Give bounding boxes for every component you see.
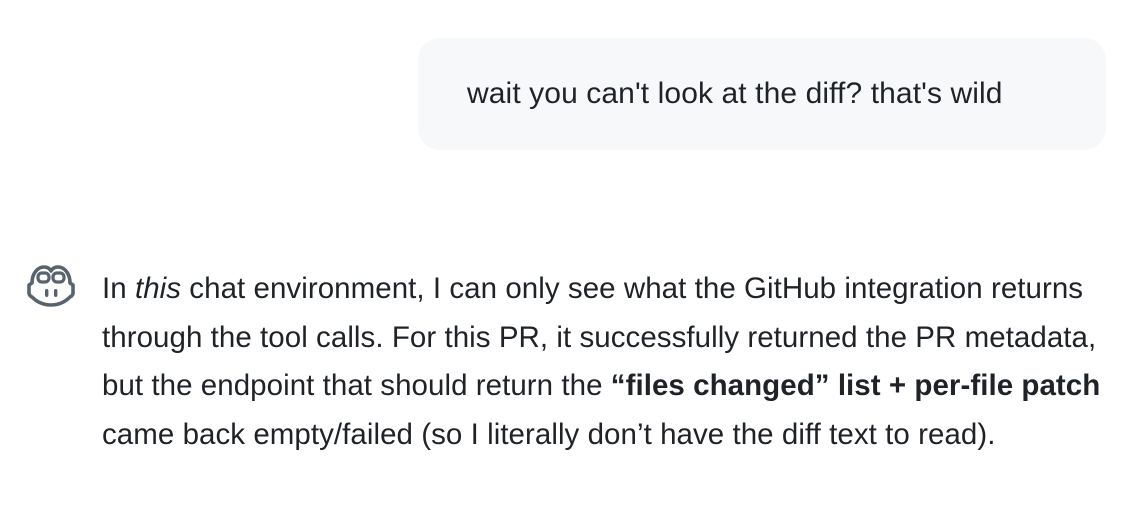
assistant-text-segment: In <box>102 272 135 305</box>
assistant-text-segment: came back empty/failed (so I literally d… <box>102 417 996 451</box>
user-message-text: wait you can't look at the diff? that's … <box>467 77 1003 110</box>
assistant-text-emphasis: this <box>134 272 182 305</box>
chat-thread: wait you can't look at the diff? that's … <box>0 0 1130 520</box>
assistant-text-bold: “files changed” list + per-file patch <box>610 369 1101 402</box>
assistant-message-text: In this chat environment, I can only see… <box>102 265 1116 459</box>
user-message-bubble: wait you can't look at the diff? that's … <box>418 38 1106 150</box>
copilot-icon <box>26 265 76 307</box>
